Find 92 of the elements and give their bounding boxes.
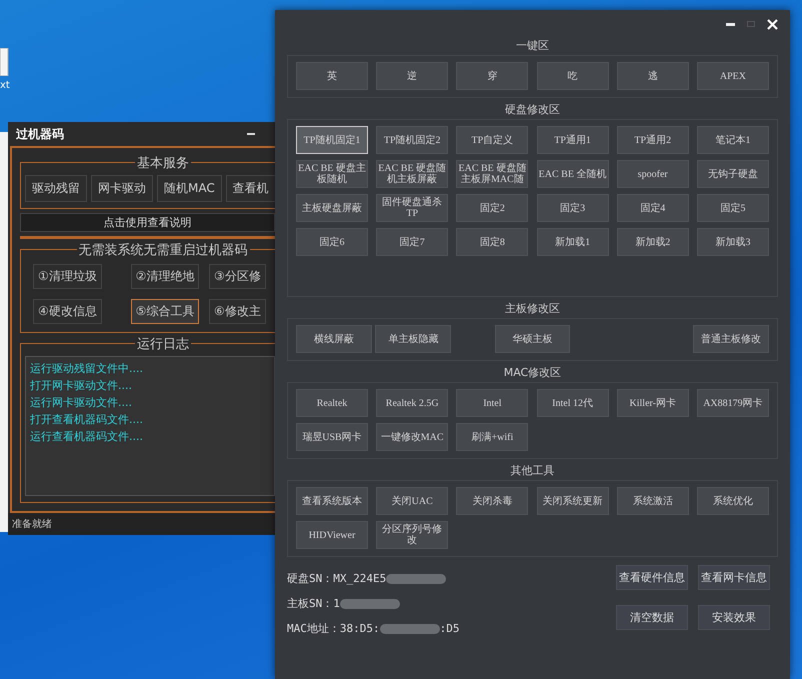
window-title: 过机器码 (16, 126, 64, 142)
tool-button[interactable]: ③分区修 (209, 264, 266, 289)
action-button[interactable]: 新加载3 (696, 228, 769, 256)
close-icon[interactable] (767, 18, 778, 30)
action-button[interactable]: 固定8 (456, 228, 528, 256)
action-button[interactable]: EAC BE 硬盘随主板屏MAC随 (456, 160, 528, 188)
section-title: 其他工具 (510, 463, 554, 478)
action-button[interactable]: Intel (456, 389, 528, 417)
status-text: 准备就绪 (12, 518, 52, 531)
group-title: 运行日志 (135, 335, 191, 353)
action-button[interactable]: 一键修改MAC (376, 423, 448, 451)
info-label: 硬盘SN： (287, 571, 334, 586)
action-button[interactable]: TP通用1 (536, 126, 609, 154)
action-button[interactable]: TP随机固定1 (296, 126, 368, 154)
service-button[interactable]: 查看机 (226, 175, 275, 202)
action-button[interactable]: EAC BE 全随机 (536, 160, 609, 188)
tool-button[interactable]: ④硬改信息 (33, 299, 102, 324)
action-button[interactable]: 瑞昱USB网卡 (296, 423, 368, 451)
action-button[interactable]: 固定7 (376, 228, 448, 256)
action-button[interactable]: Realtek (296, 389, 368, 417)
action-button[interactable]: 分区序列号修改 (376, 521, 448, 549)
action-button[interactable]: 查看网卡信息 (698, 565, 770, 590)
log-line: 运行驱动残留文件中.... (30, 361, 144, 376)
action-button[interactable]: 吃 (536, 62, 609, 90)
action-button[interactable]: spoofer (616, 160, 689, 188)
action-button[interactable]: 无钩子硬盘 (696, 160, 769, 188)
section-title: 硬盘修改区 (505, 102, 560, 117)
action-button[interactable]: 关闭系统更新 (536, 487, 609, 515)
action-button[interactable]: 逃 (616, 62, 689, 90)
minimize-icon[interactable] (726, 22, 735, 26)
action-button[interactable]: HIDViewer (296, 521, 368, 549)
action-button[interactable]: 新加载2 (616, 228, 689, 256)
tool-button[interactable]: ①清理垃圾 (33, 264, 102, 289)
action-button[interactable]: 清空数据 (616, 604, 688, 630)
help-button[interactable]: 点击使用查看说明 (20, 213, 275, 232)
action-button[interactable]: TP随机固定2 (376, 126, 448, 154)
info-value: MX_224E5 (333, 572, 386, 585)
action-button[interactable]: 查看硬件信息 (616, 565, 688, 590)
action-button[interactable]: Killer-网卡 (616, 389, 689, 417)
action-button[interactable]: Realtek 2.5G (376, 389, 448, 417)
action-button[interactable]: 普通主板修改 (693, 325, 769, 353)
group-title: 无需装系统无需重启过机器码 (76, 241, 250, 259)
action-button[interactable]: EAC BE 硬盘随机主板屏蔽 (376, 160, 448, 188)
action-button[interactable]: 笔记本1 (696, 126, 769, 154)
section-title: MAC修改区 (504, 365, 562, 380)
action-button[interactable]: 横线屏蔽 (296, 325, 372, 353)
service-button[interactable]: 网卡驱动 (91, 175, 153, 202)
file-icon[interactable] (0, 48, 10, 76)
tool-button[interactable]: ②清理绝地 (130, 264, 200, 289)
action-button[interactable]: 主板硬盘屏蔽 (296, 194, 368, 222)
action-button[interactable]: AX88179网卡 (696, 389, 769, 417)
action-button[interactable]: 单主板隐藏 (375, 325, 452, 353)
action-button[interactable]: TP自定义 (456, 126, 528, 154)
action-button[interactable]: 系统优化 (696, 487, 769, 515)
desktop-icon-label[interactable]: xt (0, 80, 10, 91)
action-button[interactable]: 安装效果 (698, 604, 770, 630)
action-button[interactable]: EAC BE 硬盘主板随机 (296, 160, 368, 188)
section-title: 一键区 (516, 38, 549, 53)
tool-button[interactable]: ⑥修改主 (209, 299, 266, 324)
action-button[interactable]: 系统激活 (616, 487, 689, 515)
action-button[interactable]: TP通用2 (616, 126, 689, 154)
action-button[interactable]: 刷满+wifi (456, 423, 528, 451)
section-title: 主板修改区 (505, 301, 560, 316)
action-button[interactable]: 固定4 (616, 194, 689, 222)
action-button[interactable]: 华硕主板 (494, 325, 570, 353)
info-value: 1 (333, 597, 340, 610)
log-line: 打开查看机器码文件.... (30, 412, 144, 427)
log-line: 运行网卡驱动文件.... (30, 395, 133, 410)
action-button[interactable]: 穿 (456, 62, 528, 90)
action-button[interactable]: 查看系统版本 (296, 487, 368, 515)
action-button[interactable]: APEX (696, 62, 769, 90)
action-button[interactable]: 固定3 (536, 194, 609, 222)
service-button[interactable]: 随机MAC (157, 175, 222, 202)
info-label: MAC地址： (287, 621, 340, 636)
info-value: :D5 (440, 622, 460, 635)
action-button[interactable]: 固件硬盘通杀TP (376, 194, 448, 222)
action-button[interactable]: 关闭杀毒 (456, 487, 528, 515)
info-label: 主板SN： (287, 596, 334, 611)
group-title: 基本服务 (135, 154, 191, 172)
action-button[interactable]: 逆 (376, 62, 448, 90)
action-button[interactable]: 英 (296, 62, 368, 90)
info-value: 38:D5: (340, 622, 380, 635)
action-button[interactable]: 关闭UAC (376, 487, 448, 515)
action-button[interactable]: 固定2 (456, 194, 528, 222)
log-line: 运行查看机器码文件.... (30, 429, 144, 444)
service-button[interactable]: 驱动残留 (25, 175, 87, 202)
log-line: 打开网卡驱动文件.... (30, 378, 133, 393)
action-button[interactable]: 新加载1 (536, 228, 609, 256)
action-button[interactable]: Intel 12代 (536, 389, 609, 417)
action-button[interactable]: 固定6 (296, 228, 368, 256)
action-button[interactable]: 固定5 (696, 194, 769, 222)
tool-button[interactable]: ⑤综合工具 (130, 299, 200, 324)
